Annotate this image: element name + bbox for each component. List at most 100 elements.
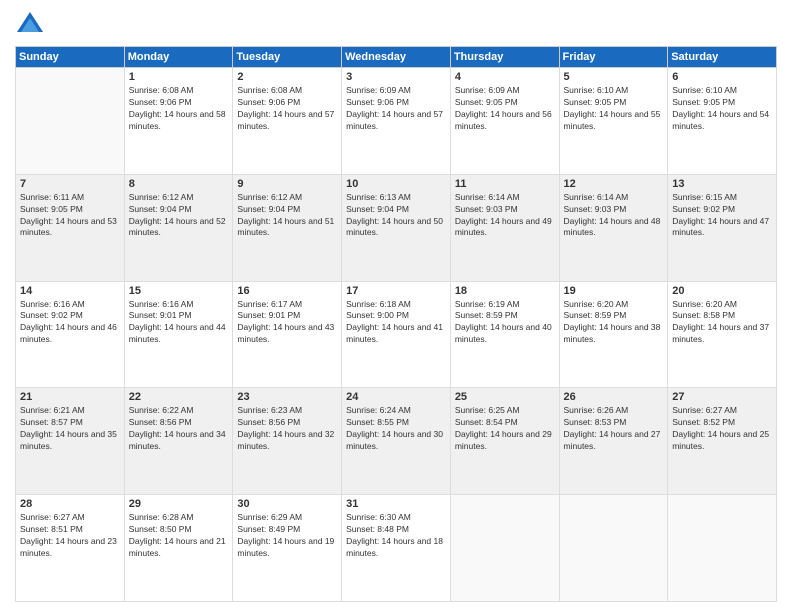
day-number: 15 [129,285,229,297]
day-info: Sunrise: 6:19 AM Sunset: 8:59 PM Dayligh… [455,299,555,347]
day-info: Sunrise: 6:16 AM Sunset: 9:01 PM Dayligh… [129,299,229,347]
calendar-cell: 31 Sunrise: 6:30 AM Sunset: 8:48 PM Dayli… [342,495,451,602]
calendar-week-row: 1 Sunrise: 6:08 AM Sunset: 9:06 PM Daylig… [16,68,777,175]
calendar-cell: 30Sunrise: 6:29 AM Sunset: 8:49 PM Dayli… [233,495,342,602]
calendar-cell [16,68,125,175]
calendar-cell: 26 Sunrise: 6:26 AM Sunset: 8:53 PM Dayli… [559,388,668,495]
calendar-header-row: SundayMondayTuesdayWednesdayThursdayFrid… [16,47,777,68]
day-number: 26 [564,391,664,403]
day-info: Sunrise: 6:09 AM Sunset: 9:05 PM Dayligh… [455,85,555,133]
day-number: 2 [237,71,337,83]
calendar-cell [450,495,559,602]
day-info: Sunrise: 6:15 AM Sunset: 9:02 PM Dayligh… [672,192,772,240]
calendar-cell: 20Sunrise: 6:20 AM Sunset: 8:58 PM Dayli… [668,281,777,388]
day-number: 27 [672,391,772,403]
day-number: 1 [129,71,229,83]
calendar-cell: 16Sunrise: 6:17 AM Sunset: 9:01 PM Dayli… [233,281,342,388]
calendar-cell: 1 Sunrise: 6:08 AM Sunset: 9:06 PM Daylig… [124,68,233,175]
calendar-cell: 24Sunrise: 6:24 AM Sunset: 8:55 PM Dayli… [342,388,451,495]
day-number: 7 [20,178,120,190]
day-info: Sunrise: 6:10 AM Sunset: 9:05 PM Dayligh… [564,85,664,133]
weekday-header: Sunday [16,47,125,68]
day-info: Sunrise: 6:18 AM Sunset: 9:00 PM Dayligh… [346,299,446,347]
day-info: Sunrise: 6:28 AM Sunset: 8:50 PM Dayligh… [129,512,229,560]
day-number: 13 [672,178,772,190]
calendar-cell: 25 Sunrise: 6:25 AM Sunset: 8:54 PM Dayli… [450,388,559,495]
day-info: Sunrise: 6:08 AM Sunset: 9:06 PM Dayligh… [237,85,337,133]
day-info: Sunrise: 6:22 AM Sunset: 8:56 PM Dayligh… [129,405,229,453]
day-number: 9 [237,178,337,190]
day-info: Sunrise: 6:26 AM Sunset: 8:53 PM Dayligh… [564,405,664,453]
day-number: 18 [455,285,555,297]
weekday-header: Wednesday [342,47,451,68]
day-info: Sunrise: 6:11 AM Sunset: 9:05 PM Dayligh… [20,192,120,240]
day-info: Sunrise: 6:14 AM Sunset: 9:03 PM Dayligh… [455,192,555,240]
day-number: 23 [237,391,337,403]
day-number: 14 [20,285,120,297]
day-number: 12 [564,178,664,190]
calendar-cell: 19 Sunrise: 6:20 AM Sunset: 8:59 PM Dayli… [559,281,668,388]
day-info: Sunrise: 6:09 AM Sunset: 9:06 PM Dayligh… [346,85,446,133]
calendar-week-row: 28 Sunrise: 6:27 AM Sunset: 8:51 PM Dayli… [16,495,777,602]
day-number: 28 [20,498,120,510]
calendar-table: SundayMondayTuesdayWednesdayThursdayFrid… [15,46,777,602]
calendar-week-row: 21 Sunrise: 6:21 AM Sunset: 8:57 PM Dayli… [16,388,777,495]
day-info: Sunrise: 6:30 AM Sunset: 8:48 PM Dayligh… [346,512,446,560]
day-number: 22 [129,391,229,403]
day-info: Sunrise: 6:08 AM Sunset: 9:06 PM Dayligh… [129,85,229,133]
day-info: Sunrise: 6:23 AM Sunset: 8:56 PM Dayligh… [237,405,337,453]
calendar-cell [668,495,777,602]
day-info: Sunrise: 6:12 AM Sunset: 9:04 PM Dayligh… [237,192,337,240]
calendar-cell [559,495,668,602]
calendar-cell: 10Sunrise: 6:13 AM Sunset: 9:04 PM Dayli… [342,174,451,281]
calendar-cell: 3 Sunrise: 6:09 AM Sunset: 9:06 PM Daylig… [342,68,451,175]
day-info: Sunrise: 6:10 AM Sunset: 9:05 PM Dayligh… [672,85,772,133]
calendar-cell: 5Sunrise: 6:10 AM Sunset: 9:05 PM Daylig… [559,68,668,175]
day-number: 4 [455,71,555,83]
calendar-week-row: 14 Sunrise: 6:16 AM Sunset: 9:02 PM Dayli… [16,281,777,388]
day-info: Sunrise: 6:16 AM Sunset: 9:02 PM Dayligh… [20,299,120,347]
day-number: 17 [346,285,446,297]
calendar-cell: 9 Sunrise: 6:12 AM Sunset: 9:04 PM Daylig… [233,174,342,281]
day-info: Sunrise: 6:27 AM Sunset: 8:51 PM Dayligh… [20,512,120,560]
calendar-cell: 17 Sunrise: 6:18 AM Sunset: 9:00 PM Dayli… [342,281,451,388]
day-number: 10 [346,178,446,190]
day-info: Sunrise: 6:29 AM Sunset: 8:49 PM Dayligh… [237,512,337,560]
calendar-cell: 21 Sunrise: 6:21 AM Sunset: 8:57 PM Dayli… [16,388,125,495]
logo [15,10,49,40]
day-info: Sunrise: 6:24 AM Sunset: 8:55 PM Dayligh… [346,405,446,453]
day-info: Sunrise: 6:27 AM Sunset: 8:52 PM Dayligh… [672,405,772,453]
day-number: 19 [564,285,664,297]
calendar-cell: 7 Sunrise: 6:11 AM Sunset: 9:05 PM Daylig… [16,174,125,281]
day-number: 31 [346,498,446,510]
calendar-cell: 23 Sunrise: 6:23 AM Sunset: 8:56 PM Dayli… [233,388,342,495]
weekday-header: Thursday [450,47,559,68]
day-number: 11 [455,178,555,190]
logo-icon [15,10,45,40]
calendar-cell: 29Sunrise: 6:28 AM Sunset: 8:50 PM Dayli… [124,495,233,602]
day-number: 6 [672,71,772,83]
calendar-cell: 28 Sunrise: 6:27 AM Sunset: 8:51 PM Dayli… [16,495,125,602]
day-number: 16 [237,285,337,297]
calendar-cell: 18 Sunrise: 6:19 AM Sunset: 8:59 PM Dayli… [450,281,559,388]
day-info: Sunrise: 6:21 AM Sunset: 8:57 PM Dayligh… [20,405,120,453]
day-info: Sunrise: 6:14 AM Sunset: 9:03 PM Dayligh… [564,192,664,240]
day-number: 21 [20,391,120,403]
calendar-week-row: 7 Sunrise: 6:11 AM Sunset: 9:05 PM Daylig… [16,174,777,281]
weekday-header: Friday [559,47,668,68]
day-info: Sunrise: 6:20 AM Sunset: 8:58 PM Dayligh… [672,299,772,347]
calendar-cell: 8Sunrise: 6:12 AM Sunset: 9:04 PM Daylig… [124,174,233,281]
day-info: Sunrise: 6:20 AM Sunset: 8:59 PM Dayligh… [564,299,664,347]
calendar-cell: 12 Sunrise: 6:14 AM Sunset: 9:03 PM Dayli… [559,174,668,281]
weekday-header: Tuesday [233,47,342,68]
calendar-cell: 15 Sunrise: 6:16 AM Sunset: 9:01 PM Dayli… [124,281,233,388]
day-number: 3 [346,71,446,83]
day-number: 25 [455,391,555,403]
calendar-page: SundayMondayTuesdayWednesdayThursdayFrid… [0,0,792,612]
day-info: Sunrise: 6:25 AM Sunset: 8:54 PM Dayligh… [455,405,555,453]
calendar-cell: 11 Sunrise: 6:14 AM Sunset: 9:03 PM Dayli… [450,174,559,281]
header [15,10,777,40]
weekday-header: Monday [124,47,233,68]
calendar-cell: 13 Sunrise: 6:15 AM Sunset: 9:02 PM Dayli… [668,174,777,281]
weekday-header: Saturday [668,47,777,68]
